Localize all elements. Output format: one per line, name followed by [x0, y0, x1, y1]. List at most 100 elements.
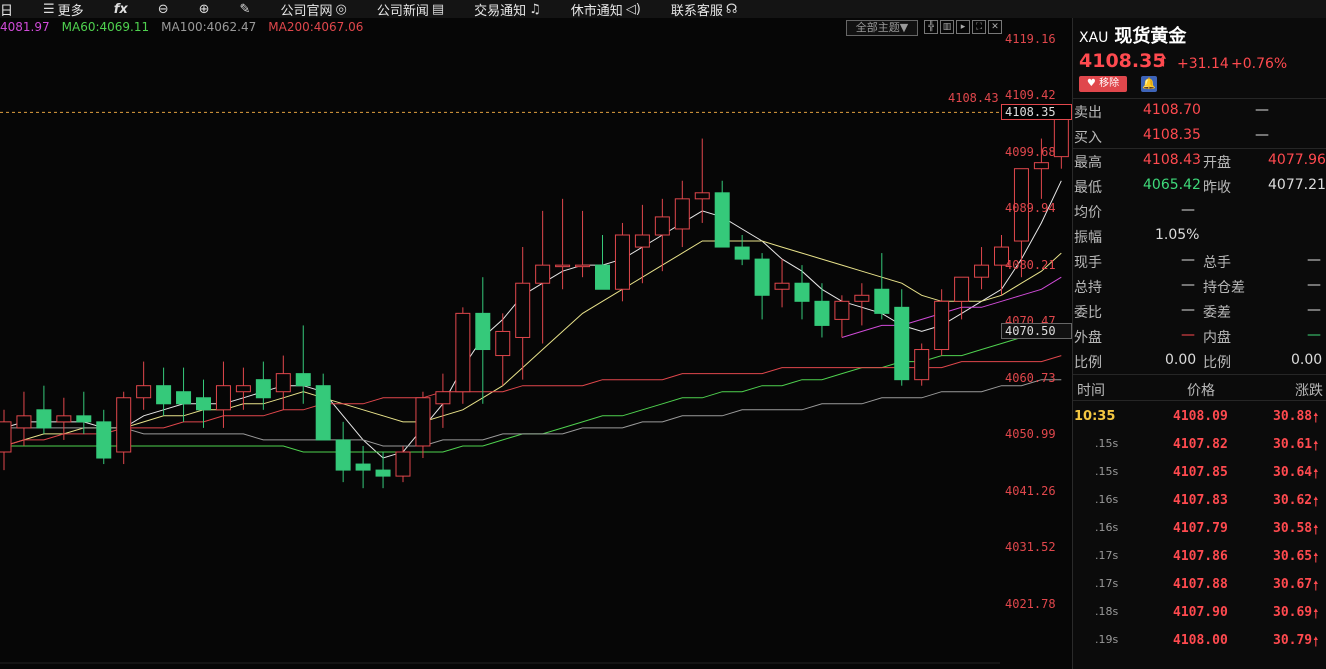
sell-volume: —	[1255, 102, 1269, 118]
company-site-label: 公司官网	[280, 3, 333, 19]
theme-select-button[interactable]: 全部主题▼	[846, 20, 918, 36]
crosshair-icon: ╬	[928, 22, 934, 32]
candle-body	[854, 294, 870, 302]
zoom-out-icon: ⊖	[157, 1, 169, 17]
toolbar-fx[interactable]: fx	[114, 2, 128, 17]
toolbar-trade-notice[interactable]: 交易通知 ♫	[474, 0, 541, 19]
scroll-right-button[interactable]: ▸	[956, 20, 970, 34]
inner-label: 内盘	[1203, 330, 1231, 346]
ma-legend-item: 4081.97	[0, 20, 50, 34]
tick-time: .16s	[1095, 493, 1119, 506]
buy-price: 4108.35	[1143, 127, 1201, 143]
amplitude-label: 振幅	[1074, 230, 1102, 246]
kline-chart[interactable]: 4081.97 MA60:4069.11 MA100:4062.47 MA200…	[0, 18, 1072, 669]
arrow-up-icon: 🠕	[1313, 467, 1319, 482]
trade-notice-label: 交易通知	[474, 3, 527, 19]
quote-row-low: 最低 4065.42 昨收 4077.21	[1073, 173, 1326, 198]
tick-price: 4107.86	[1173, 549, 1228, 564]
tick-row: 10:35 4108.09 30.88 🠕	[1073, 403, 1326, 431]
tick-price: 4107.82	[1173, 437, 1228, 452]
tick-time: .16s	[1095, 521, 1119, 534]
tick-change: 30.58	[1273, 521, 1313, 536]
bid-ratio-value: —	[1181, 302, 1195, 318]
tick-price: 4108.09	[1173, 409, 1228, 424]
toolbar-zoom-out[interactable]: ⊖	[158, 2, 169, 17]
high-label: 最高	[1074, 155, 1102, 171]
fullscreen-button[interactable]: ⛶	[972, 20, 986, 34]
prev-close-label: 昨收	[1203, 180, 1231, 196]
alert-button[interactable]: 🔔	[1141, 76, 1157, 92]
candle-body	[136, 385, 152, 399]
quote-row-amp: 振幅 1.05%	[1073, 223, 1326, 248]
scroll-right-icon: ▸	[960, 22, 966, 32]
candle-body	[614, 234, 630, 290]
toolbar-company-news[interactable]: 公司新闻 ▤	[377, 0, 444, 19]
candle-body	[1033, 162, 1049, 170]
candle-body	[694, 192, 710, 200]
tick-row: .17s 4107.86 30.65 🠕	[1073, 543, 1326, 571]
toolbar-period[interactable]: 日	[0, 0, 13, 19]
toolbar-draw[interactable]: ✎	[240, 2, 251, 17]
candle-body	[834, 300, 850, 320]
toolbar-company-site[interactable]: 公司官网 ◎	[280, 0, 346, 19]
ma-legend-item: MA200:4067.06	[268, 20, 364, 34]
candle-body	[974, 264, 990, 278]
crosshair-tool-button[interactable]: ╬	[924, 20, 938, 34]
toolbar-more[interactable]: ☰ 更多	[43, 0, 84, 19]
outer-value: —	[1181, 327, 1195, 343]
ma-legend-item: MA60:4069.11	[61, 20, 150, 34]
close-chart-button[interactable]: ✕	[988, 20, 1002, 34]
closure-notice-label: 休市通知	[570, 3, 623, 19]
hold-diff-value: —	[1307, 277, 1321, 293]
candle-body	[674, 198, 690, 230]
arrow-up-icon: 🠕	[1160, 51, 1167, 70]
axis-tick-label: 4089.94	[1005, 201, 1056, 215]
quote-panel: XAU 现货黄金 4108.35 🠕 +31.14 +0.76% ♥ 移除 🔔 卖…	[1072, 18, 1326, 669]
quote-row-sell: 卖出 4108.70 —	[1073, 98, 1326, 123]
tick-row: .17s 4107.88 30.67 🠕	[1073, 571, 1326, 599]
candle-body	[654, 216, 670, 236]
bid-diff-label: 委差	[1203, 305, 1231, 321]
total-hold-value: —	[1181, 277, 1195, 293]
layout-tool-button[interactable]: ▥	[940, 20, 954, 34]
candle-body	[515, 282, 531, 338]
tick-time: .17s	[1095, 549, 1119, 562]
candle-body	[315, 385, 331, 441]
tick-row: .15s 4107.85 30.64 🠕	[1073, 459, 1326, 487]
arrow-up-icon: 🠕	[1313, 523, 1319, 538]
bell-icon: ♫	[529, 1, 541, 17]
last-price: 4108.35	[1079, 50, 1166, 72]
support-label: 联系客服	[670, 3, 723, 19]
layout-icon: ▥	[942, 22, 952, 32]
candle-body	[176, 391, 192, 405]
remove-favorite-button[interactable]: ♥ 移除	[1079, 76, 1127, 92]
tick-price: 4107.88	[1173, 577, 1228, 592]
quote-row-ratio: 比例 0.00 比例 0.00	[1073, 348, 1326, 373]
tick-price: 4107.79	[1173, 521, 1228, 536]
open-value: 4077.96	[1268, 152, 1326, 168]
symbol-title: XAU 现货黄金	[1079, 22, 1186, 48]
candle-body	[734, 246, 750, 260]
candle-body	[215, 385, 231, 411]
bell-icon: 🔔	[1142, 77, 1156, 90]
candle-body	[395, 451, 411, 477]
remove-label: 移除	[1099, 78, 1120, 89]
low-value: 4065.42	[1143, 177, 1201, 193]
candle-body	[595, 264, 610, 290]
buy-label: 买入	[1074, 130, 1102, 146]
tick-change: 30.67	[1273, 577, 1313, 592]
toolbar-closure-notice[interactable]: 休市通知 ◁)	[571, 0, 641, 19]
candle-body	[774, 282, 790, 290]
arrow-up-icon: 🠕	[1313, 635, 1319, 650]
toolbar-support[interactable]: 联系客服 ☊	[671, 0, 738, 19]
toolbar-zoom-in[interactable]: ⊕	[199, 2, 210, 17]
ma-legend: 4081.97 MA60:4069.11 MA100:4062.47 MA200…	[0, 20, 363, 34]
candlestick-plot	[0, 108, 1070, 664]
heart-icon: ♥	[1086, 78, 1096, 89]
arrow-up-icon: 🠕	[1313, 439, 1319, 454]
total-hold-label: 总持	[1074, 280, 1102, 296]
outer-label: 外盘	[1074, 330, 1102, 346]
candle-body	[455, 312, 471, 393]
tick-change: 30.79	[1273, 633, 1313, 648]
now-hand-label: 现手	[1074, 255, 1102, 271]
